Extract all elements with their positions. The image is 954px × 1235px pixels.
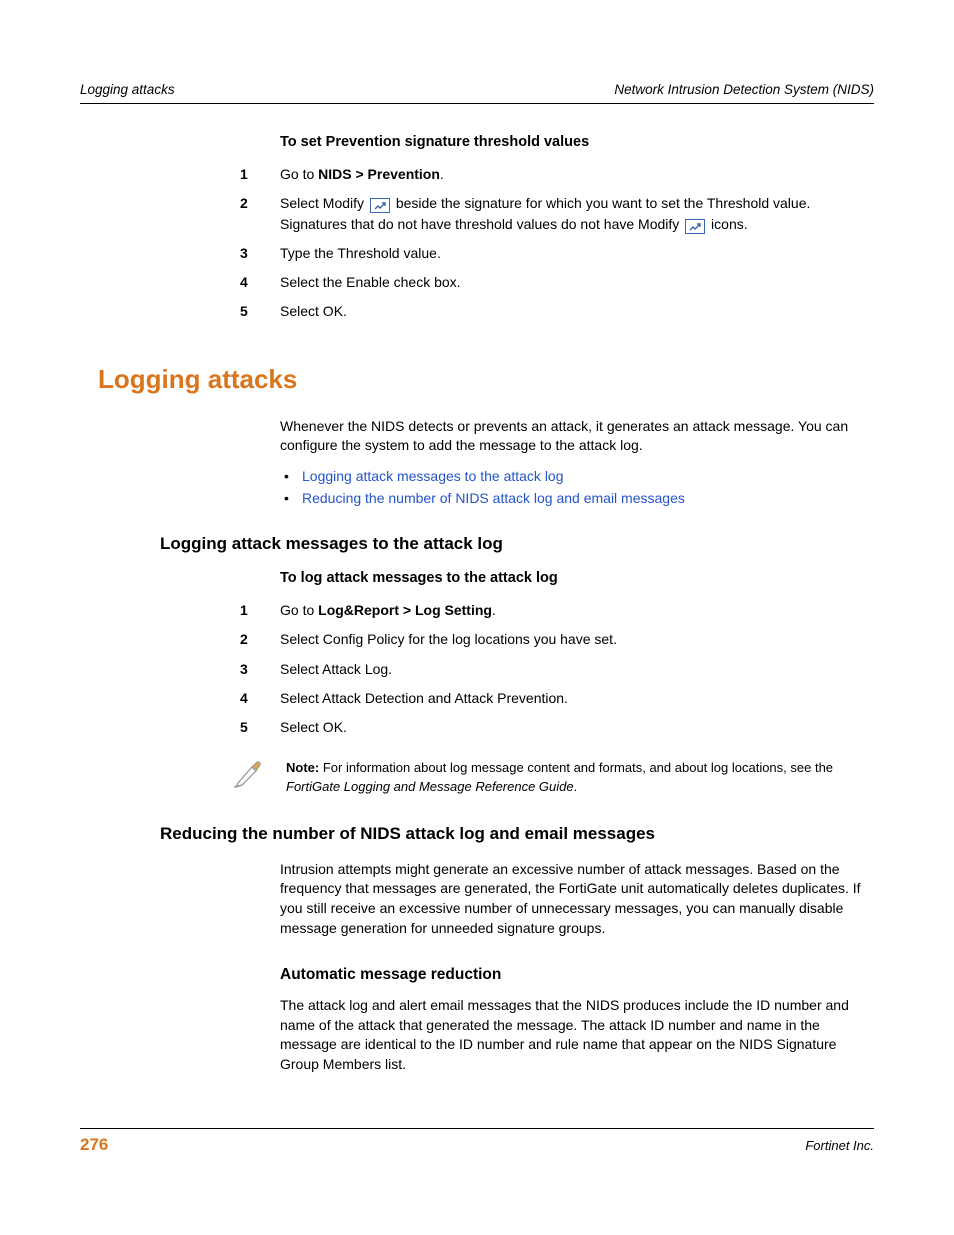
procedure-2: To log attack messages to the attack log… (280, 570, 874, 796)
step-item: Select OK. (240, 717, 874, 737)
step-item: Go to Log&Report > Log Setting. (240, 600, 874, 620)
footer: 276 Fortinet Inc. (80, 1128, 874, 1155)
procedure-title: To set Prevention signature threshold va… (280, 134, 874, 150)
list-item: Reducing the number of NIDS attack log a… (280, 490, 874, 506)
xref-link[interactable]: Reducing the number of NIDS attack log a… (302, 490, 685, 506)
footer-rule (80, 1128, 874, 1129)
step-item: Go to NIDS > Prevention. (240, 164, 874, 184)
step-text: Go to (280, 166, 318, 182)
note: Note: For information about log message … (232, 759, 874, 795)
note-post: . (574, 779, 578, 794)
note-label: Note: (286, 760, 319, 775)
heading-3: Automatic message reduction (280, 966, 874, 984)
body-b: Intrusion attempts might generate an exc… (280, 860, 874, 1075)
step-text: icons. (707, 216, 747, 232)
subsection-a: Logging attack messages to the attack lo… (160, 534, 874, 554)
note-icon (232, 757, 268, 795)
step-text: Select Modify (280, 195, 368, 211)
document-page: Logging attacks Network Intrusion Detect… (0, 0, 954, 1235)
step-item: Select the Enable check box. (240, 272, 874, 292)
header-left: Logging attacks (80, 82, 175, 97)
paragraph: The attack log and alert email messages … (280, 996, 874, 1074)
running-header: Logging attacks Network Intrusion Detect… (80, 82, 874, 97)
step-bold: Log&Report > Log Setting (318, 602, 492, 618)
procedure-title: To log attack messages to the attack log (280, 570, 874, 586)
subsection-b: Reducing the number of NIDS attack log a… (160, 824, 874, 844)
xref-link[interactable]: Logging attack messages to the attack lo… (302, 468, 564, 484)
paragraph: Whenever the NIDS detects or prevents an… (280, 417, 874, 456)
list-item: Logging attack messages to the attack lo… (280, 468, 874, 484)
heading-1: Logging attacks (98, 364, 874, 395)
step-bold: NIDS > Prevention (318, 166, 440, 182)
header-right: Network Intrusion Detection System (NIDS… (614, 82, 874, 97)
footer-row: 276 Fortinet Inc. (80, 1135, 874, 1155)
procedure-1: To set Prevention signature threshold va… (280, 134, 874, 322)
step-item: Select Config Policy for the log locatio… (240, 629, 874, 649)
step-list: Go to Log&Report > Log Setting. Select C… (280, 600, 874, 737)
header-rule (80, 103, 874, 104)
link-list: Logging attack messages to the attack lo… (280, 468, 874, 506)
modify-icon (685, 219, 705, 234)
heading-2: Reducing the number of NIDS attack log a… (160, 824, 874, 844)
heading-2: Logging attack messages to the attack lo… (160, 534, 874, 554)
step-list: Go to NIDS > Prevention. Select Modify b… (280, 164, 874, 322)
step-item: Select Attack Detection and Attack Preve… (240, 688, 874, 708)
step-item: Select OK. (240, 301, 874, 321)
modify-icon (370, 198, 390, 213)
note-text: Note: For information about log message … (286, 759, 874, 795)
step-text: . (440, 166, 444, 182)
paragraph: Intrusion attempts might generate an exc… (280, 860, 874, 938)
page-number: 276 (80, 1135, 108, 1155)
intro-block: Whenever the NIDS detects or prevents an… (280, 417, 874, 506)
step-item: Select Modify beside the signature for w… (240, 193, 874, 234)
step-text: . (492, 602, 496, 618)
step-item: Select Attack Log. (240, 659, 874, 679)
step-item: Type the Threshold value. (240, 243, 874, 263)
company-name: Fortinet Inc. (805, 1138, 874, 1153)
step-text: Go to (280, 602, 318, 618)
note-body: For information about log message conten… (319, 760, 833, 775)
note-reference: FortiGate Logging and Message Reference … (286, 779, 574, 794)
